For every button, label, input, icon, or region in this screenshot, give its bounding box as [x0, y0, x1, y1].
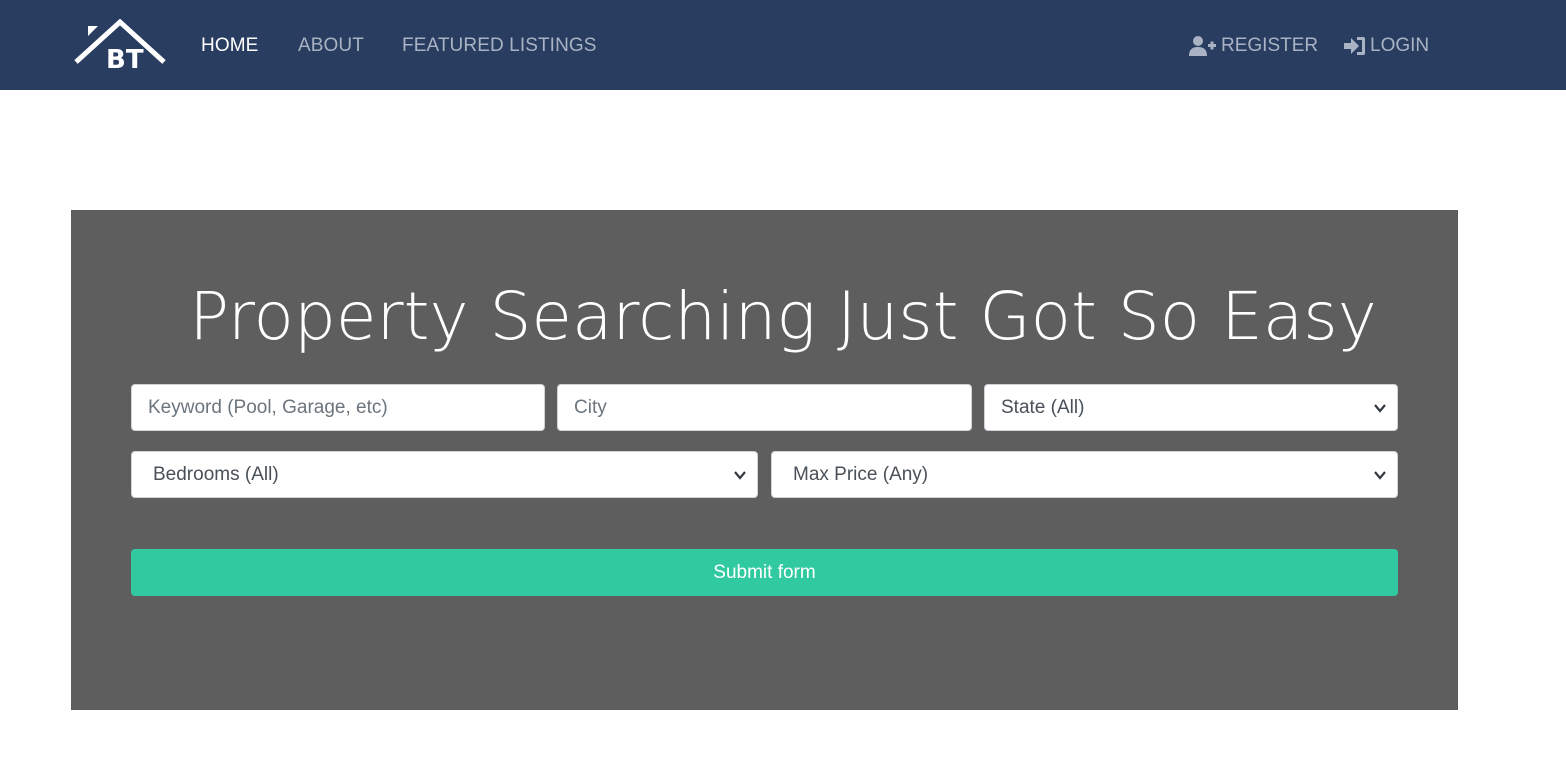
bedrooms-select-value: Bedrooms (All): [153, 464, 279, 485]
logo-text: BT: [106, 45, 144, 72]
top-navbar: BT HOME ABOUT FEATURED LISTINGS REGISTER…: [0, 0, 1566, 90]
nav-about-link[interactable]: ABOUT: [298, 34, 364, 58]
brand-logo[interactable]: BT: [74, 18, 166, 72]
chevron-down-icon: [1374, 404, 1386, 413]
chevron-down-icon: [1374, 471, 1386, 480]
sign-in-icon: [1344, 35, 1366, 57]
max-price-select-value: Max Price (Any): [793, 464, 929, 485]
bedrooms-select[interactable]: Bedrooms (All): [131, 451, 758, 498]
submit-button[interactable]: Submit form: [131, 549, 1398, 596]
keyword-input[interactable]: Keyword (Pool, Garage, etc): [131, 384, 545, 431]
nav-login-link[interactable]: LOGIN: [1344, 34, 1429, 58]
login-label: LOGIN: [1370, 35, 1430, 56]
nav-featured-listings-link[interactable]: FEATURED LISTINGS: [402, 34, 597, 58]
user-plus-icon: [1189, 35, 1217, 57]
max-price-select[interactable]: Max Price (Any): [771, 451, 1398, 498]
showcase-title: Property Searching Just Got So Easy: [189, 278, 1377, 355]
register-label: REGISTER: [1221, 35, 1319, 56]
state-select-value: State (All): [1001, 397, 1085, 418]
nav-register-link[interactable]: REGISTER: [1189, 34, 1318, 58]
city-input[interactable]: City: [557, 384, 972, 431]
chevron-down-icon: [734, 471, 746, 480]
state-select[interactable]: State (All): [984, 384, 1398, 431]
house-roof-logo-icon: BT: [74, 18, 166, 72]
nav-home-link[interactable]: HOME: [201, 34, 258, 58]
